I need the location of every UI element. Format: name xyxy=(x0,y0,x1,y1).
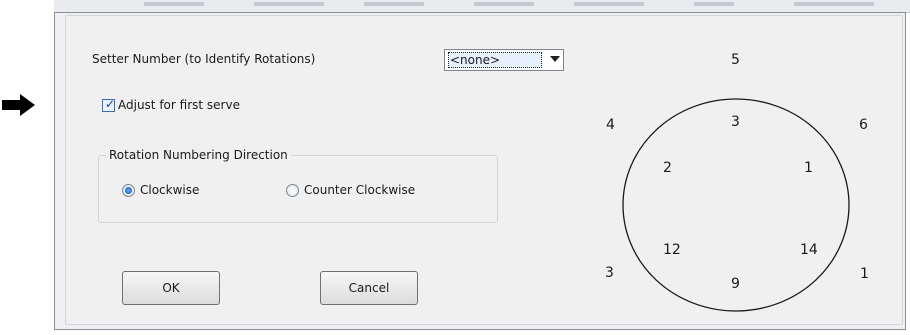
pointer-arrow-icon xyxy=(2,94,35,116)
inner-number-left-lower: 12 xyxy=(663,242,681,258)
outer-number-top-left: 4 xyxy=(606,117,615,133)
outer-number-bottom-right: 1 xyxy=(860,266,869,282)
inner-number-bottom: 9 xyxy=(731,276,740,292)
dialog-panel: Setter Number (to Identify Rotations) <n… xyxy=(65,15,903,325)
rotation-settings-dialog: Setter Number (to Identify Rotations) <n… xyxy=(54,12,906,330)
inner-number-left-upper: 2 xyxy=(663,160,672,176)
inner-number-right-upper: 1 xyxy=(804,160,813,176)
outer-number-top: 5 xyxy=(731,52,740,68)
inner-number-right-lower: 14 xyxy=(800,242,818,258)
rotation-court-diagram xyxy=(622,98,850,312)
outer-number-bottom-left: 3 xyxy=(605,265,614,281)
outer-number-top-right: 6 xyxy=(859,117,868,133)
inner-number-top: 3 xyxy=(731,114,740,130)
